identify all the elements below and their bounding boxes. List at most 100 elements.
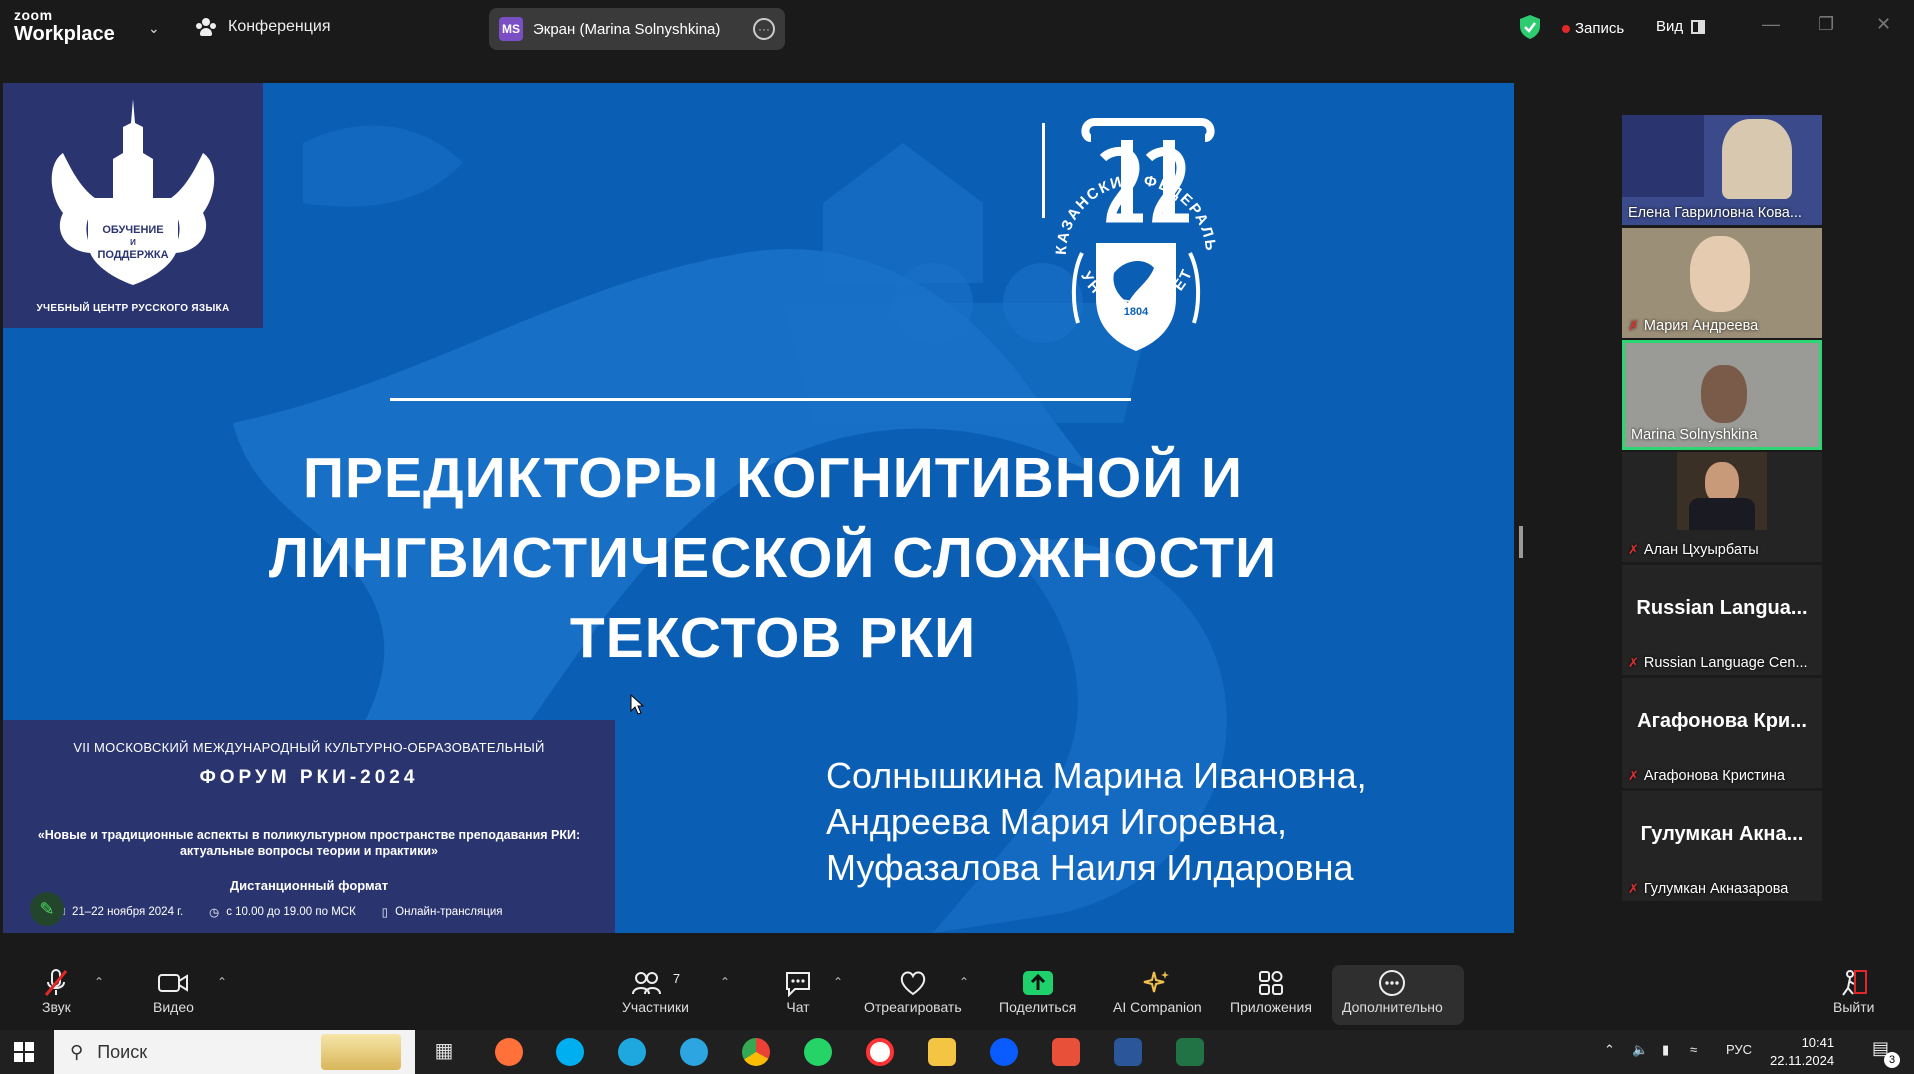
windows-taskbar: ⚲ Поиск ▦ ⌃ 🔈 ▮ ≈ РУС 10:41 22.11.2024 ▤… [0,1030,1914,1074]
svg-text:КАЗАНСКИЙ ФЕДЕРАЛЬНЫЙ: КАЗАНСКИЙ ФЕДЕРАЛЬНЫЙ [1036,175,1219,255]
maximize-icon[interactable]: ❐ [1818,14,1834,35]
mic-muted-icon: ✗ [1628,542,1639,557]
share-label: Экран (Marina Solnyshkina) [533,20,721,38]
record-dot-icon [1562,24,1570,33]
security-shield-icon[interactable] [1518,14,1542,40]
view-label: Вид [1656,18,1684,35]
participant-name: ✗ Алан Цхуырбаты [1628,542,1818,558]
shared-slide: КАЗАНСКИЙ ФЕДЕРАЛЬНЫЙ УНИВЕРСИТЕТ 1804 О… [3,83,1514,933]
video-options-caret-icon[interactable]: ⌃ [217,975,227,989]
zoom-logo[interactable]: zoom Workplace [14,8,115,44]
battery-icon[interactable]: ▮ [1662,1042,1669,1058]
participant-name-text: Гулумкан Акназарова [1643,881,1789,897]
leave-icon [1839,967,1869,999]
share-button[interactable]: Поделиться [999,967,1076,1015]
presentation-app-icon[interactable] [1052,1038,1080,1066]
firefox-icon[interactable] [495,1038,523,1066]
video-camera-icon: ▯ [381,907,389,919]
edge-icon[interactable] [618,1038,646,1066]
clock-date: 22.11.2024 [1770,1053,1835,1068]
participant-name: Елена Гавриловна Кова... [1628,205,1818,221]
wifi-icon[interactable]: ≈ [1690,1042,1697,1057]
svg-text:1804: 1804 [1124,306,1149,318]
sparkle-icon [1142,967,1172,999]
title-line: ЛИНГВИСТИЧЕСКОЙ СЛОЖНОСТИ [268,526,1278,590]
forum-format: Дистанционный формат [229,878,389,893]
more-label: Дополнительно [1342,999,1443,1015]
participant-name-text: Russian Language Cen... [1643,655,1808,671]
more-button[interactable]: Дополнительно [1342,967,1443,1015]
record-label: Запись [1575,20,1625,37]
skype-icon[interactable] [556,1038,584,1066]
forum-time-text: с 10.00 до 19.00 по МСК [226,906,356,918]
title-line: ТЕКСТОВ РКИ [569,606,977,670]
slide-authors: Солнышкина Марина Ивановна, Андреева Мар… [826,753,1367,891]
participant-big-label: Агафонова Кри... [1637,710,1807,732]
record-indicator[interactable]: Запись [1562,20,1624,37]
search-icon: ⚲ [70,1041,84,1062]
people-icon [196,16,218,38]
share-screen-pill[interactable]: MS Экран (Marina Solnyshkina) ··· [489,8,785,50]
leave-button[interactable]: Выйти [1833,967,1874,1015]
taskbar-search[interactable]: ⚲ Поиск [54,1030,415,1074]
chat-caret-icon[interactable]: ⌃ [833,975,843,989]
participant-tile[interactable]: ✗ Алан Цхуырбаты [1622,452,1822,562]
participant-name: Marina Solnyshkina [1631,427,1815,443]
clock-time: 10:41 [1801,1035,1835,1050]
top-bar: zoom Workplace ⌄ Конференция MS Экран (M… [0,0,1914,56]
ai-companion-button[interactable]: AI Companion [1113,967,1202,1015]
view-button[interactable]: Вид [1656,18,1706,35]
zoom-taskbar-icon[interactable] [990,1038,1018,1066]
chevron-down-icon[interactable]: ⌄ [148,20,160,37]
more-options-icon[interactable]: ··· [753,18,775,40]
minimize-icon[interactable]: — [1762,14,1780,35]
zoom-window: zoom Workplace ⌄ Конференция MS Экран (M… [0,0,1914,1074]
annotate-pen-icon[interactable]: ✎ [30,892,64,926]
close-icon[interactable]: ✕ [1876,14,1891,35]
language-indicator[interactable]: РУС [1726,1042,1752,1057]
tray-overflow-icon[interactable]: ⌃ [1604,1042,1615,1058]
chat-label: Чат [786,999,810,1015]
react-button[interactable]: Отреагировать [864,967,962,1015]
participant-tile-active-speaker[interactable]: Marina Solnyshkina [1622,340,1822,450]
audio-button[interactable]: Звук [42,967,71,1015]
windows-start-icon[interactable] [14,1042,34,1062]
participant-tile[interactable]: Агафонова Кри... ✗ Агафонова Кристина [1622,678,1822,788]
taskbar-clock[interactable]: 10:41 22.11.2024 [1770,1034,1834,1070]
participant-video [1701,365,1747,423]
audio-options-caret-icon[interactable]: ⌃ [94,975,104,989]
yandex-browser-icon[interactable] [866,1038,894,1066]
author-line: Андреева Мария Игоревна, [826,801,1288,842]
telegram-icon[interactable] [680,1038,708,1066]
volume-icon[interactable]: 🔈 [1632,1042,1648,1058]
participants-count: 7 [672,970,681,986]
word-icon[interactable] [1114,1038,1142,1066]
forum-subtitle: VII МОСКОВСКИЙ МЕЖДУНАРОДНЫЙ КУЛЬТУРНО-О… [73,740,545,755]
chat-button[interactable]: Чат [783,967,813,1015]
excel-icon[interactable] [1176,1038,1204,1066]
whatsapp-icon[interactable] [804,1038,832,1066]
chrome-icon[interactable] [742,1038,770,1066]
forum-theme-line: актуальные вопросы теории и практики» [179,844,438,858]
forum-theme: «Новые и традиционные аспекты в поликуль… [17,827,601,859]
video-button[interactable]: Видео [153,967,194,1015]
author-line: Солнышкина Марина Ивановна, [826,755,1367,796]
task-view-icon[interactable]: ▦ [430,1038,458,1066]
meeting-info-button[interactable]: Конференция [196,16,331,38]
react-caret-icon[interactable]: ⌃ [959,975,969,989]
grid-view-icon [1691,19,1706,34]
file-explorer-icon[interactable] [928,1038,956,1066]
participants-button[interactable]: 7 Участники [622,967,689,1016]
mouse-cursor-icon [630,694,644,715]
split-resize-handle[interactable] [1519,526,1523,558]
participants-caret-icon[interactable]: ⌃ [720,975,730,989]
forum-info-row: □21–22 ноября 2024 г. ◷ с 10.00 до 19.00 … [58,905,502,919]
participant-tile[interactable]: Елена Гавриловна Кова... [1622,115,1822,225]
participant-tile[interactable]: Russian Langua... ✗ Russian Language Cen.… [1622,565,1822,675]
mic-muted-icon: ✗ [1628,318,1639,333]
participant-tile[interactable]: Гулумкан Акна... ✗ Гулумкан Акназарова [1622,791,1822,901]
forum-dates: □21–22 ноября 2024 г. [58,906,183,918]
apps-button[interactable]: Приложения [1230,967,1312,1015]
heart-icon [898,967,928,999]
participant-tile[interactable]: ✗ Мария Андреева [1622,228,1822,338]
